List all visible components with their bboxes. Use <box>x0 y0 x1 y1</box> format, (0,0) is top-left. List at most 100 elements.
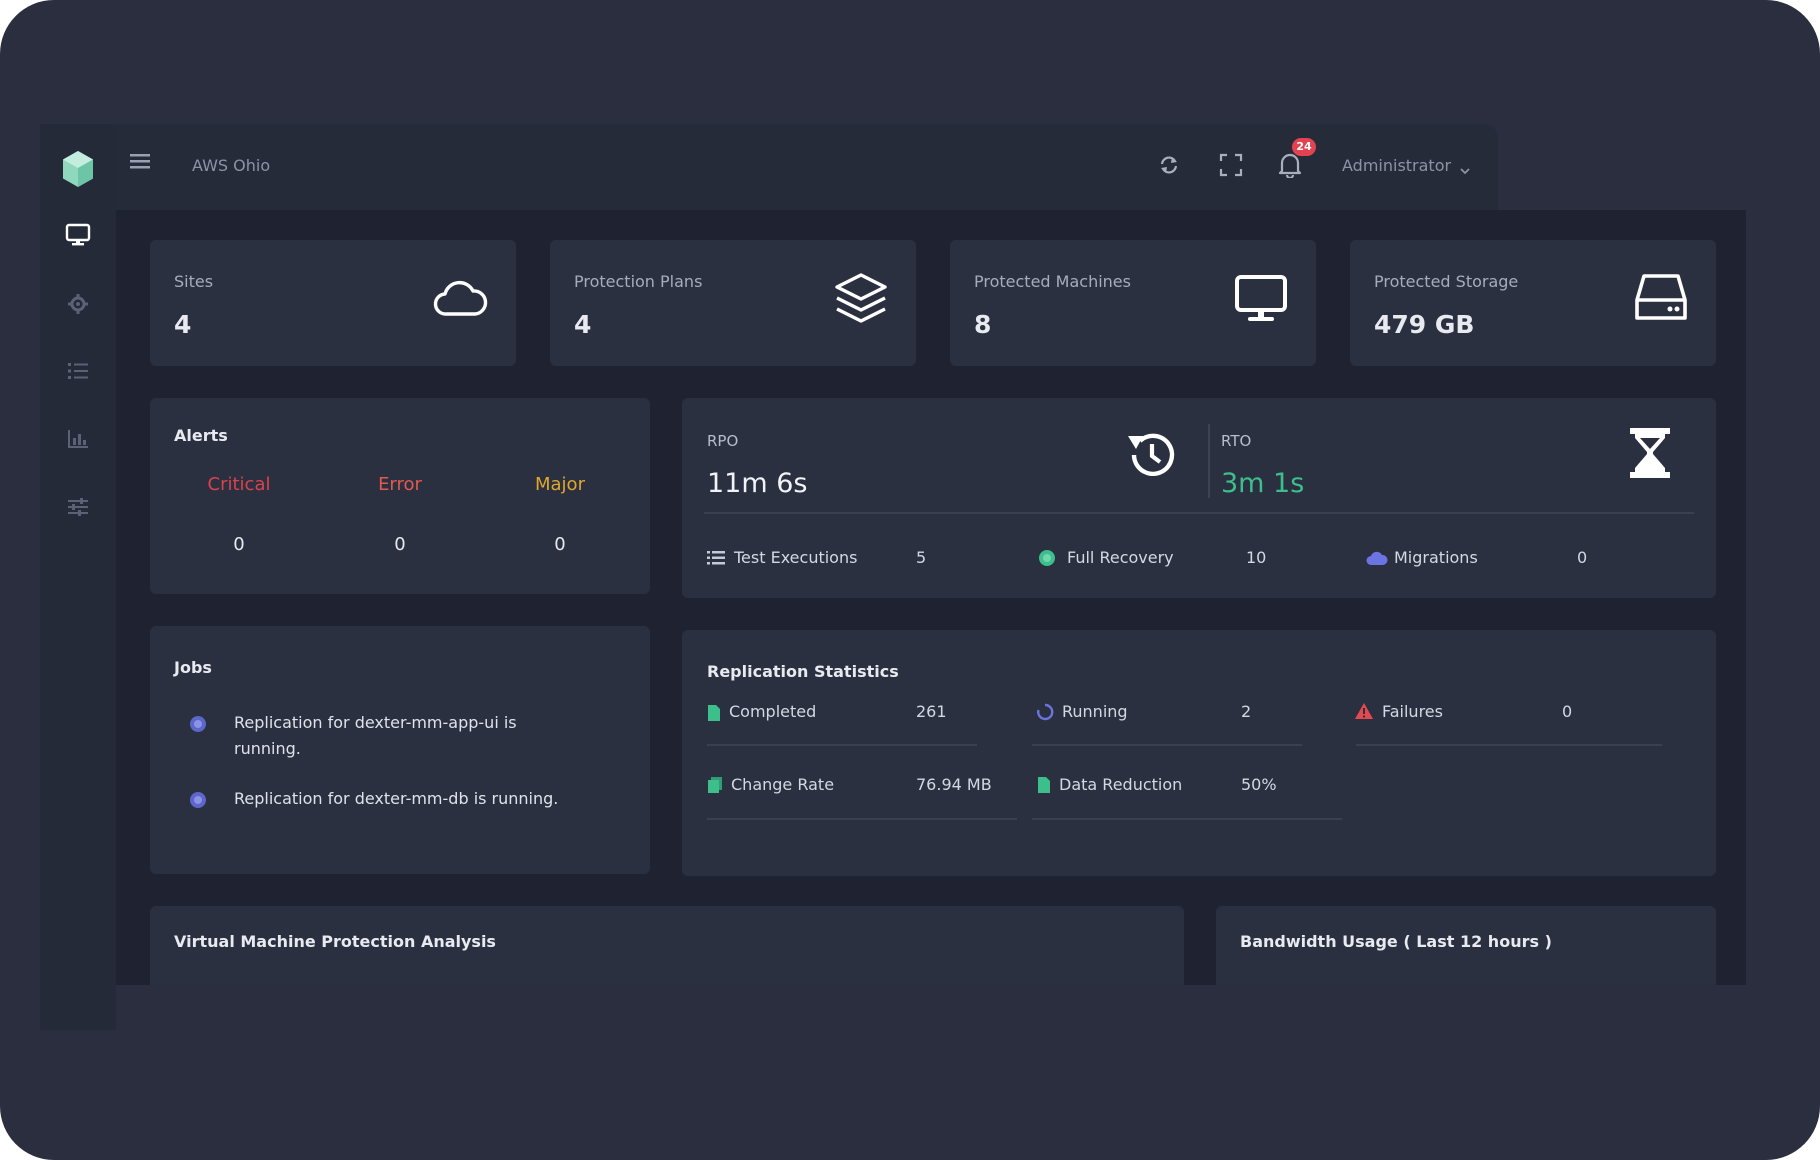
history-icon <box>1124 428 1178 486</box>
stat-card-protected-storage: Protected Storage 479 GB <box>1350 240 1716 366</box>
site-name: AWS Ohio <box>192 156 271 175</box>
sidebar-item-dashboard[interactable] <box>58 217 98 257</box>
alert-error-label: Error <box>378 474 422 495</box>
migrations-label: Migrations <box>1394 548 1478 567</box>
bandwidth-title: Bandwidth Usage ( Last 12 hours ) <box>1240 932 1552 951</box>
refresh-button[interactable] <box>1150 148 1188 186</box>
file-icon <box>707 704 721 726</box>
hourglass-icon <box>1628 426 1672 484</box>
running-label: Running <box>1062 702 1128 721</box>
stat-card-protected-machines: Protected Machines 8 <box>950 240 1316 366</box>
vm-protection-analysis-card: Virtual Machine Protection Analysis <box>150 906 1184 985</box>
alerts-card: Alerts Critical Error Major 0 0 0 <box>150 398 650 594</box>
test-executions-label: Test Executions <box>734 548 858 567</box>
warning-icon <box>1354 702 1374 724</box>
user-menu[interactable]: Administrator <box>1342 156 1451 175</box>
sidebar-item-list[interactable] <box>58 353 98 393</box>
sliders-icon <box>67 497 89 521</box>
list-icon <box>67 361 89 385</box>
rto-value: 3m 1s <box>1221 468 1305 499</box>
bandwidth-usage-card: Bandwidth Usage ( Last 12 hours ) <box>1216 906 1716 985</box>
stat-label: Protected Machines <box>974 272 1131 291</box>
file-icon <box>1037 776 1051 798</box>
monitor-icon <box>1234 274 1288 328</box>
stat-label: Protected Storage <box>1374 272 1519 291</box>
alert-major-label: Major <box>535 474 585 495</box>
jobs-card: Jobs Replication for dexter-mm-app-ui is… <box>150 626 650 874</box>
hard-drive-icon <box>1634 272 1688 328</box>
full-recovery-label: Full Recovery <box>1067 548 1174 567</box>
alert-critical-label: Critical <box>207 474 271 495</box>
stat-label: Protection Plans <box>574 272 703 291</box>
alert-major-count: 0 <box>554 534 566 555</box>
copy-icon <box>707 776 723 798</box>
alerts-title: Alerts <box>174 426 228 445</box>
metric-divider <box>1032 818 1342 820</box>
metric-divider <box>707 744 977 746</box>
stat-value: 479 GB <box>1374 310 1475 339</box>
rto-label: RTO <box>1221 432 1252 450</box>
job-status-icon <box>190 792 206 808</box>
migrations-value: 0 <box>1577 548 1588 567</box>
cloud-icon <box>432 276 488 324</box>
dashboard-content: Sites 4 Protection Plans 4 Protected Mac… <box>116 210 1746 985</box>
rpo-label: RPO <box>707 432 739 450</box>
data-reduction-value: 50% <box>1241 775 1277 794</box>
cloud-icon <box>1366 550 1388 570</box>
stat-card-protection-plans: Protection Plans 4 <box>550 240 916 366</box>
metric-divider <box>707 818 1017 820</box>
recovery-divider <box>704 512 1694 514</box>
monitor-icon <box>65 223 91 251</box>
job-status-icon <box>190 716 206 732</box>
data-reduction-label: Data Reduction <box>1059 775 1183 794</box>
change-rate-label: Change Rate <box>731 775 835 794</box>
sidebar <box>40 124 116 1030</box>
rpo-value: 11m 6s <box>707 468 808 499</box>
chart-icon <box>67 429 89 453</box>
job-item[interactable]: Replication for dexter-mm-db is running. <box>234 786 574 812</box>
alert-error-count: 0 <box>394 534 406 555</box>
replication-statistics-card: Replication Statistics Completed 261 Run… <box>682 630 1716 876</box>
stat-card-sites: Sites 4 <box>150 240 516 366</box>
page-footer-area <box>116 985 1746 1160</box>
recovery-card: RPO 11m 6s RTO 3m 1s Test Executions 5 F… <box>682 398 1716 598</box>
completed-label: Completed <box>729 702 817 721</box>
gear-icon <box>67 293 89 319</box>
check-circle-icon <box>1038 549 1056 571</box>
rpo-rto-divider <box>1208 424 1210 498</box>
app-logo-icon[interactable] <box>61 150 95 192</box>
metric-divider <box>1356 744 1662 746</box>
failures-label: Failures <box>1382 702 1443 721</box>
stat-label: Sites <box>174 272 214 291</box>
sidebar-item-configuration[interactable] <box>58 489 98 529</box>
list-icon <box>707 550 725 570</box>
failures-value: 0 <box>1562 702 1573 721</box>
stat-value: 8 <box>974 310 992 339</box>
notification-badge: 24 <box>1292 138 1316 156</box>
sidebar-item-settings[interactable] <box>58 286 98 326</box>
alert-critical-count: 0 <box>233 534 245 555</box>
layers-icon <box>834 272 888 328</box>
fullscreen-icon <box>1219 153 1243 181</box>
full-recovery-value: 10 <box>1246 548 1267 567</box>
sidebar-item-reports[interactable] <box>58 421 98 461</box>
vm-protection-title: Virtual Machine Protection Analysis <box>174 932 496 951</box>
bell-icon <box>1278 152 1302 182</box>
metric-divider <box>1032 744 1302 746</box>
replication-title: Replication Statistics <box>707 662 899 681</box>
refresh-icon <box>1158 154 1180 180</box>
test-executions-value: 5 <box>916 548 927 567</box>
fullscreen-button[interactable] <box>1212 148 1250 186</box>
change-rate-value: 76.94 MB <box>916 775 992 794</box>
running-value: 2 <box>1241 702 1252 721</box>
chevron-down-icon[interactable] <box>1460 160 1470 179</box>
stat-value: 4 <box>174 310 192 339</box>
job-item[interactable]: Replication for dexter-mm-app-ui is runn… <box>234 710 574 762</box>
stat-value: 4 <box>574 310 592 339</box>
completed-value: 261 <box>916 702 947 721</box>
app-window: AWS Ohio 24 Administrator Sites 4 Protec… <box>0 0 1820 1160</box>
top-bar: AWS Ohio 24 Administrator <box>116 124 1498 210</box>
hamburger-menu-icon[interactable] <box>130 152 150 174</box>
jobs-title: Jobs <box>174 658 212 677</box>
spinner-icon <box>1036 703 1054 725</box>
